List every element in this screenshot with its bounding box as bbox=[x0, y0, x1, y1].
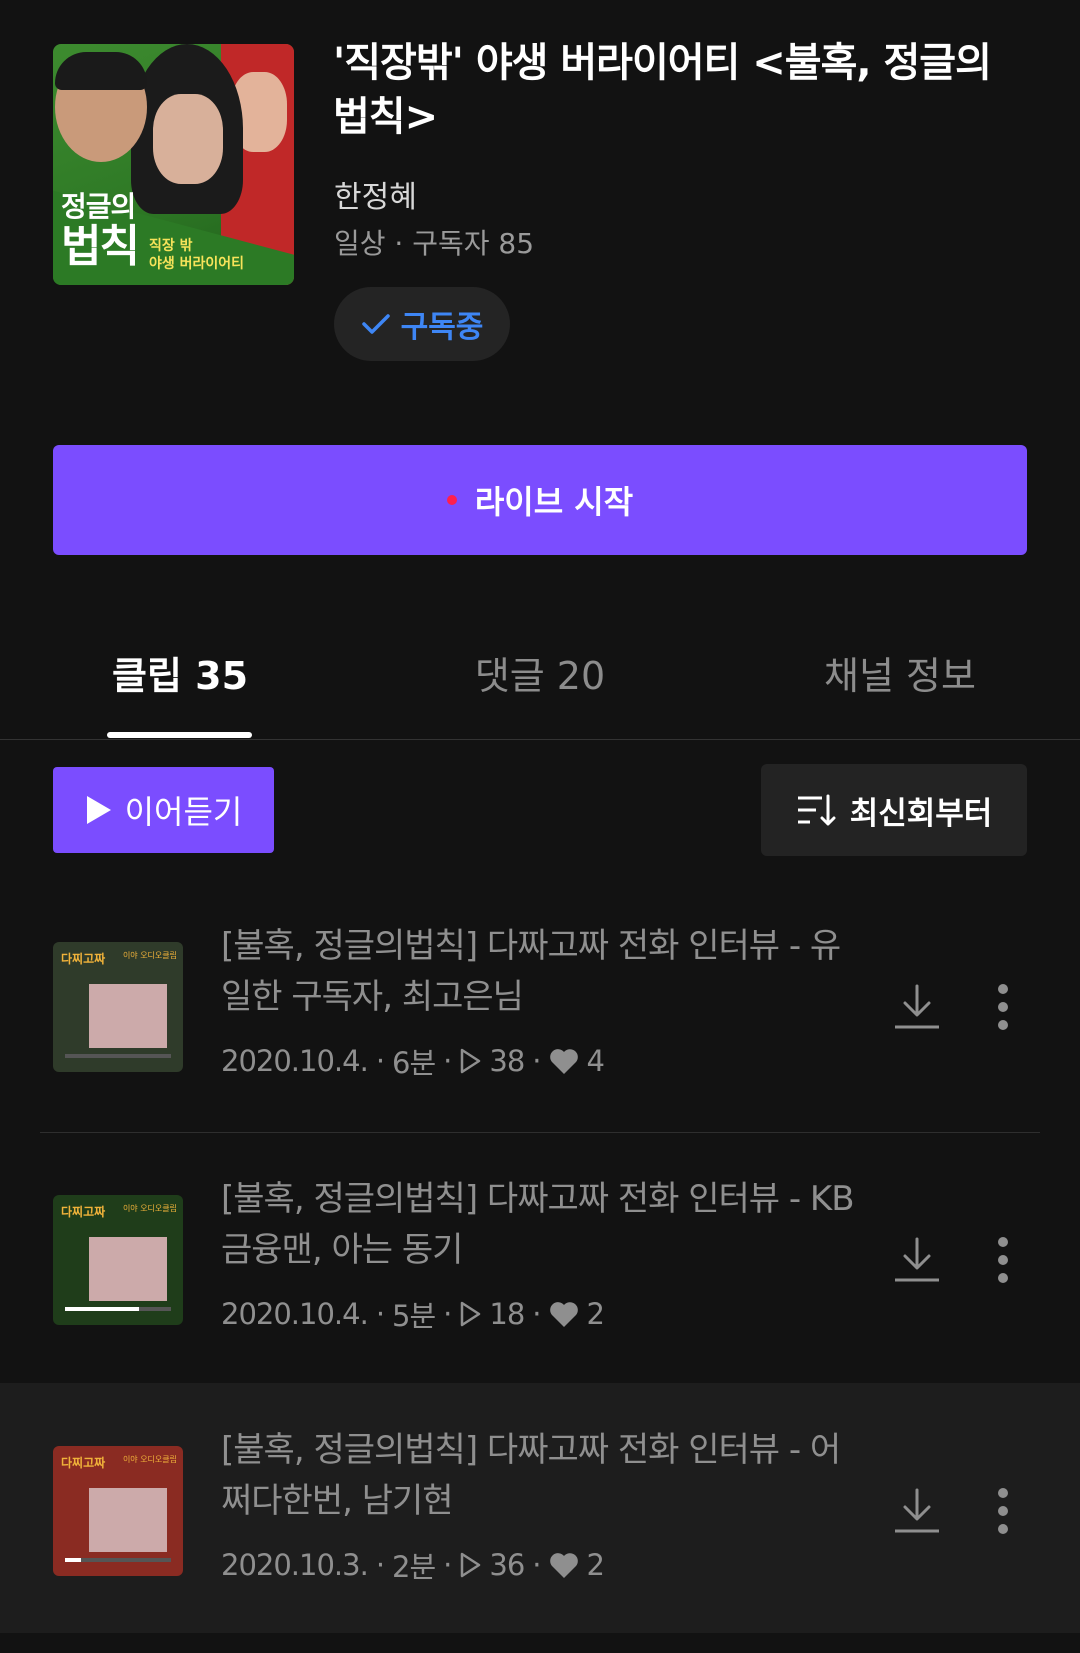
clip-duration: 6분 bbox=[392, 1046, 436, 1080]
meta-separator: · bbox=[532, 1297, 541, 1331]
heart-icon bbox=[549, 1302, 578, 1327]
meta-separator: · bbox=[443, 1548, 452, 1582]
live-start-button[interactable]: 라이브 시작 bbox=[53, 445, 1027, 555]
heart-icon bbox=[549, 1553, 578, 1578]
cover-text-3: 직장 밖 bbox=[149, 238, 193, 254]
subscribe-label: 구독중 bbox=[400, 310, 484, 345]
clip-title[interactable]: [불혹, 정글의법칙] 다짜고짜 전화 인터뷰 - 유일한 구독자, 최고은님 bbox=[221, 921, 861, 1023]
subscribe-button[interactable]: 구독중 bbox=[334, 287, 510, 361]
download-icon[interactable] bbox=[892, 1235, 942, 1285]
cover-text-1: 정글의 bbox=[61, 190, 136, 223]
thumb-photo bbox=[89, 984, 167, 1048]
clip-duration: 5분 bbox=[392, 1299, 436, 1333]
play-count-icon bbox=[461, 1048, 481, 1074]
meta-separator: · bbox=[375, 1548, 385, 1582]
sort-button[interactable]: 최신회부터 bbox=[761, 764, 1027, 856]
clip-title[interactable]: [불혹, 정글의법칙] 다짜고짜 전화 인터뷰 - 어쩌다한번, 남기현 bbox=[221, 1425, 861, 1527]
check-icon bbox=[361, 314, 390, 334]
clip-thumbnail[interactable]: 다찌고짜 이야 오디오클립 bbox=[53, 1446, 183, 1576]
meta-separator: · bbox=[443, 1297, 452, 1331]
heart-icon bbox=[549, 1049, 578, 1074]
clip-likes: 4 bbox=[586, 1044, 605, 1078]
sort-label: 최신회부터 bbox=[849, 795, 993, 832]
live-start-label: 라이브 시작 bbox=[474, 483, 634, 521]
more-options-icon[interactable] bbox=[996, 982, 1010, 1032]
live-dot-icon bbox=[446, 495, 457, 505]
clip-meta: 2020.10.3. · 2분 · 36 · 2 bbox=[221, 1544, 605, 1586]
thumb-label: 다찌고짜 bbox=[61, 1205, 106, 1219]
tabs-divider bbox=[0, 739, 1080, 740]
clip-meta: 2020.10.4. · 5분 · 18 · 2 bbox=[221, 1293, 605, 1335]
tab-comments[interactable]: 댓글 20 bbox=[460, 645, 620, 700]
clip-date: 2020.10.4. bbox=[221, 1044, 369, 1078]
cover-text-4: 야생 버라이어티 bbox=[149, 256, 245, 272]
thumb-photo bbox=[89, 1237, 167, 1301]
channel-cover-image: 정글의 법칙 직장 밖 야생 버라이어티 bbox=[53, 44, 294, 285]
clip-likes: 2 bbox=[586, 1297, 605, 1331]
thumb-label-2: 이야 오디오클립 bbox=[122, 1204, 177, 1213]
meta-separator: · bbox=[532, 1548, 541, 1582]
thumb-label: 다찌고짜 bbox=[61, 952, 106, 966]
tab-clips[interactable]: 클립 35 bbox=[100, 645, 260, 700]
clip-thumbnail[interactable]: 다찌고짜 이야 오디오클립 bbox=[53, 1195, 183, 1325]
active-tab-indicator bbox=[107, 732, 252, 738]
play-count-icon bbox=[461, 1552, 481, 1578]
play-count-icon bbox=[461, 1301, 481, 1327]
clip-plays: 18 bbox=[489, 1297, 525, 1331]
clip-meta: 2020.10.4. · 6분 · 38 · 4 bbox=[221, 1040, 605, 1082]
clip-item[interactable]: 다찌고짜 이야 오디오클립 [불혹, 정글의법칙] 다짜고짜 전화 인터뷰 - 유일… bbox=[0, 860, 1080, 1110]
meta-separator: · bbox=[375, 1297, 385, 1331]
progress-track bbox=[65, 1558, 171, 1562]
continue-listening-label: 이어듣기 bbox=[124, 793, 243, 831]
clip-duration: 2분 bbox=[392, 1550, 436, 1584]
clip-thumbnail[interactable]: 다찌고짜 이야 오디오클립 bbox=[53, 942, 183, 1072]
meta-separator: · bbox=[443, 1044, 452, 1078]
cover-text-2: 법칙 bbox=[61, 221, 140, 272]
continue-listening-button[interactable]: 이어듣기 bbox=[53, 767, 274, 853]
cover-person-left bbox=[55, 52, 147, 162]
cover-person-center bbox=[131, 44, 243, 214]
more-options-icon[interactable] bbox=[996, 1235, 1010, 1285]
download-icon[interactable] bbox=[892, 982, 942, 1032]
clip-item[interactable]: 다찌고짜 이야 오디오클립 [불혹, 정글의법칙] 다짜고짜 전화 인터뷰 - KB… bbox=[0, 1123, 1080, 1373]
progress-fill bbox=[65, 1558, 81, 1562]
channel-author[interactable]: 한정혜 bbox=[334, 172, 417, 216]
clip-plays: 38 bbox=[489, 1044, 525, 1078]
clip-title[interactable]: [불혹, 정글의법칙] 다짜고짜 전화 인터뷰 - KB 금융맨, 아는 동기 bbox=[221, 1174, 861, 1276]
thumb-photo bbox=[89, 1488, 167, 1552]
thumb-label-2: 이야 오디오클립 bbox=[122, 951, 177, 960]
play-icon bbox=[86, 796, 111, 824]
progress-fill bbox=[65, 1307, 140, 1311]
more-options-icon[interactable] bbox=[996, 1486, 1010, 1536]
clip-plays: 36 bbox=[489, 1548, 525, 1582]
channel-title: '직장밖' 야생 버라이어티 <불혹, 정글의 법칙> bbox=[333, 40, 992, 140]
clip-likes: 2 bbox=[586, 1548, 605, 1582]
download-icon[interactable] bbox=[892, 1486, 942, 1536]
meta-separator: · bbox=[532, 1044, 541, 1078]
clip-date: 2020.10.3. bbox=[221, 1548, 369, 1582]
tab-channel-info[interactable]: 채널 정보 bbox=[800, 645, 1000, 700]
clip-date: 2020.10.4. bbox=[221, 1297, 369, 1331]
progress-track bbox=[65, 1054, 171, 1058]
thumb-label-2: 이야 오디오클립 bbox=[122, 1455, 177, 1464]
sort-icon bbox=[797, 794, 836, 826]
thumb-label: 다찌고짜 bbox=[61, 1456, 106, 1470]
clip-item[interactable]: 다찌고짜 이야 오디오클립 [불혹, 정글의법칙] 다짜고짜 전화 인터뷰 - 어쩌… bbox=[0, 1383, 1080, 1633]
meta-separator: · bbox=[375, 1044, 385, 1078]
channel-meta: 일상 · 구독자 85 bbox=[334, 227, 535, 260]
